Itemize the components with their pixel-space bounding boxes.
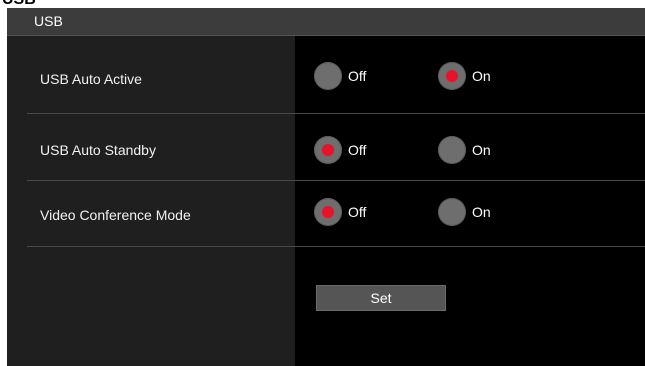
usb-settings-panel: USB USB Auto Active Off On USB Auto Stan… <box>7 8 645 366</box>
usb-auto-active-on-radio[interactable]: On <box>438 62 491 90</box>
usb-auto-active-off-radio[interactable]: Off <box>314 62 366 90</box>
section-title: USB <box>34 13 63 29</box>
radio-selected-dot <box>446 70 458 82</box>
radio-label: On <box>472 142 491 158</box>
radio-label: On <box>472 68 491 84</box>
radio-circle[interactable] <box>314 198 342 226</box>
radio-circle[interactable] <box>314 62 342 90</box>
radio-circle[interactable] <box>314 136 342 164</box>
row-label-video-conference-mode: Video Conference Mode <box>40 207 191 223</box>
top-cut-heading-text: USB <box>2 0 36 8</box>
radio-label: Off <box>348 68 367 84</box>
row-divider <box>27 113 645 114</box>
video-conference-mode-off-radio[interactable]: Off <box>314 198 366 226</box>
section-header: USB <box>7 8 645 36</box>
radio-label: On <box>472 204 491 220</box>
radio-label: Off <box>348 142 367 158</box>
row-label-usb-auto-standby: USB Auto Standby <box>40 142 156 158</box>
radio-circle[interactable] <box>438 198 466 226</box>
usb-auto-standby-on-radio[interactable]: On <box>438 136 491 164</box>
radio-label: Off <box>348 204 367 220</box>
radio-selected-dot <box>322 206 334 218</box>
row-label-usb-auto-active: USB Auto Active <box>40 71 142 87</box>
row-divider <box>27 246 645 247</box>
radio-circle[interactable] <box>438 62 466 90</box>
set-button[interactable]: Set <box>316 285 446 311</box>
radio-selected-dot <box>322 144 334 156</box>
row-divider <box>27 180 645 181</box>
usb-auto-standby-off-radio[interactable]: Off <box>314 136 366 164</box>
top-cut-heading: USB <box>0 0 645 8</box>
video-conference-mode-on-radio[interactable]: On <box>438 198 491 226</box>
radio-circle[interactable] <box>438 136 466 164</box>
